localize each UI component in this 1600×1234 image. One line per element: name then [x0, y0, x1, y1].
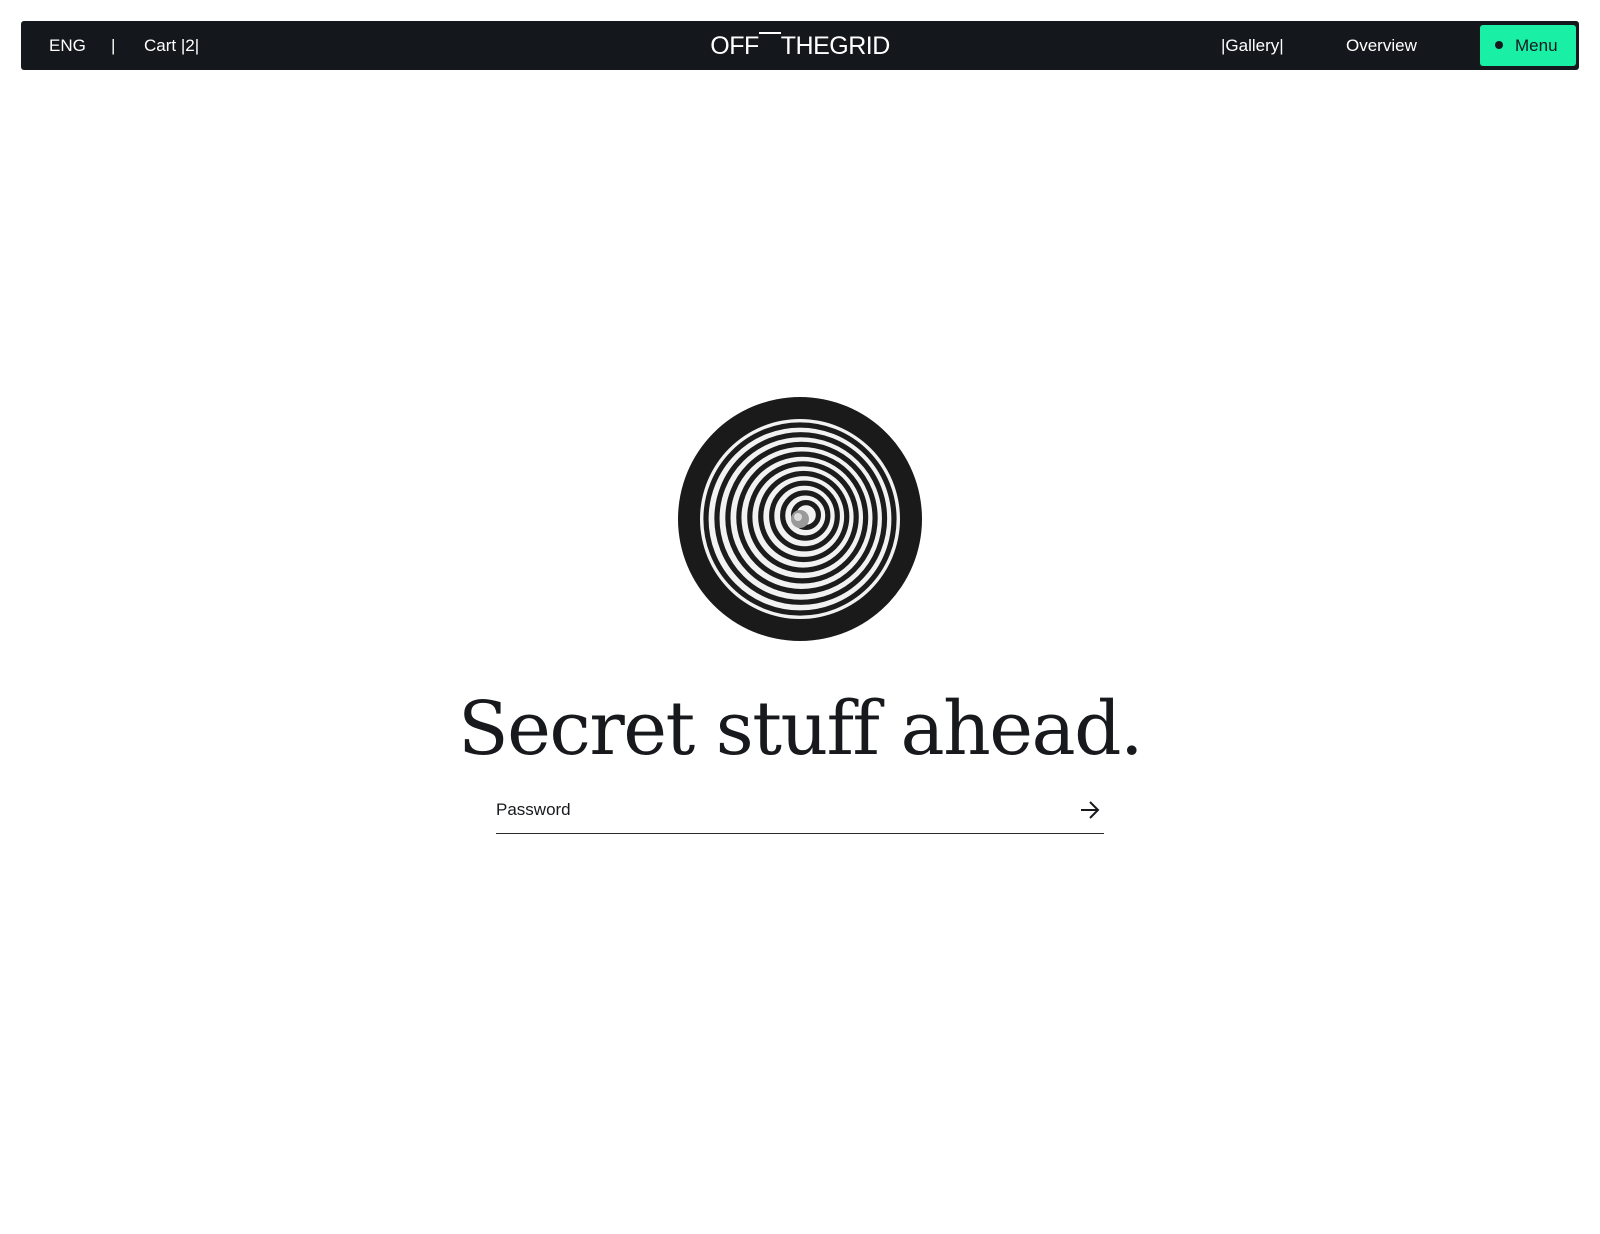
menu-button[interactable]: Menu [1480, 25, 1576, 66]
language-switcher[interactable]: ENG [49, 21, 86, 70]
menu-button-label: Menu [1515, 36, 1558, 55]
page: ENG | Cart |2| OFF THEGRID |Gallery| Over… [0, 0, 1600, 1234]
nav-link-overview[interactable]: Overview [1346, 21, 1417, 70]
top-navigation-bar: ENG | Cart |2| OFF THEGRID |Gallery| Over… [21, 21, 1579, 70]
spiral-disc-icon [678, 397, 922, 641]
nav-separator: | [111, 36, 116, 55]
page-headline: Secret stuff ahead. [457, 686, 1144, 772]
menu-dot-icon [1495, 41, 1503, 49]
arrow-right-icon[interactable] [1076, 796, 1104, 824]
spiral-disc-graphic [678, 397, 922, 641]
logo-overline-mark [758, 31, 781, 59]
logo-text-off[interactable]: OFF [710, 32, 759, 60]
password-input[interactable] [496, 792, 1056, 828]
cart-link[interactable]: Cart |2| [144, 21, 199, 70]
password-field [496, 792, 1104, 834]
logo-text-thegrid[interactable]: THEGRID [781, 32, 891, 60]
spiral-center-highlight [794, 513, 802, 521]
nav-link-gallery[interactable]: |Gallery| [1221, 21, 1284, 70]
